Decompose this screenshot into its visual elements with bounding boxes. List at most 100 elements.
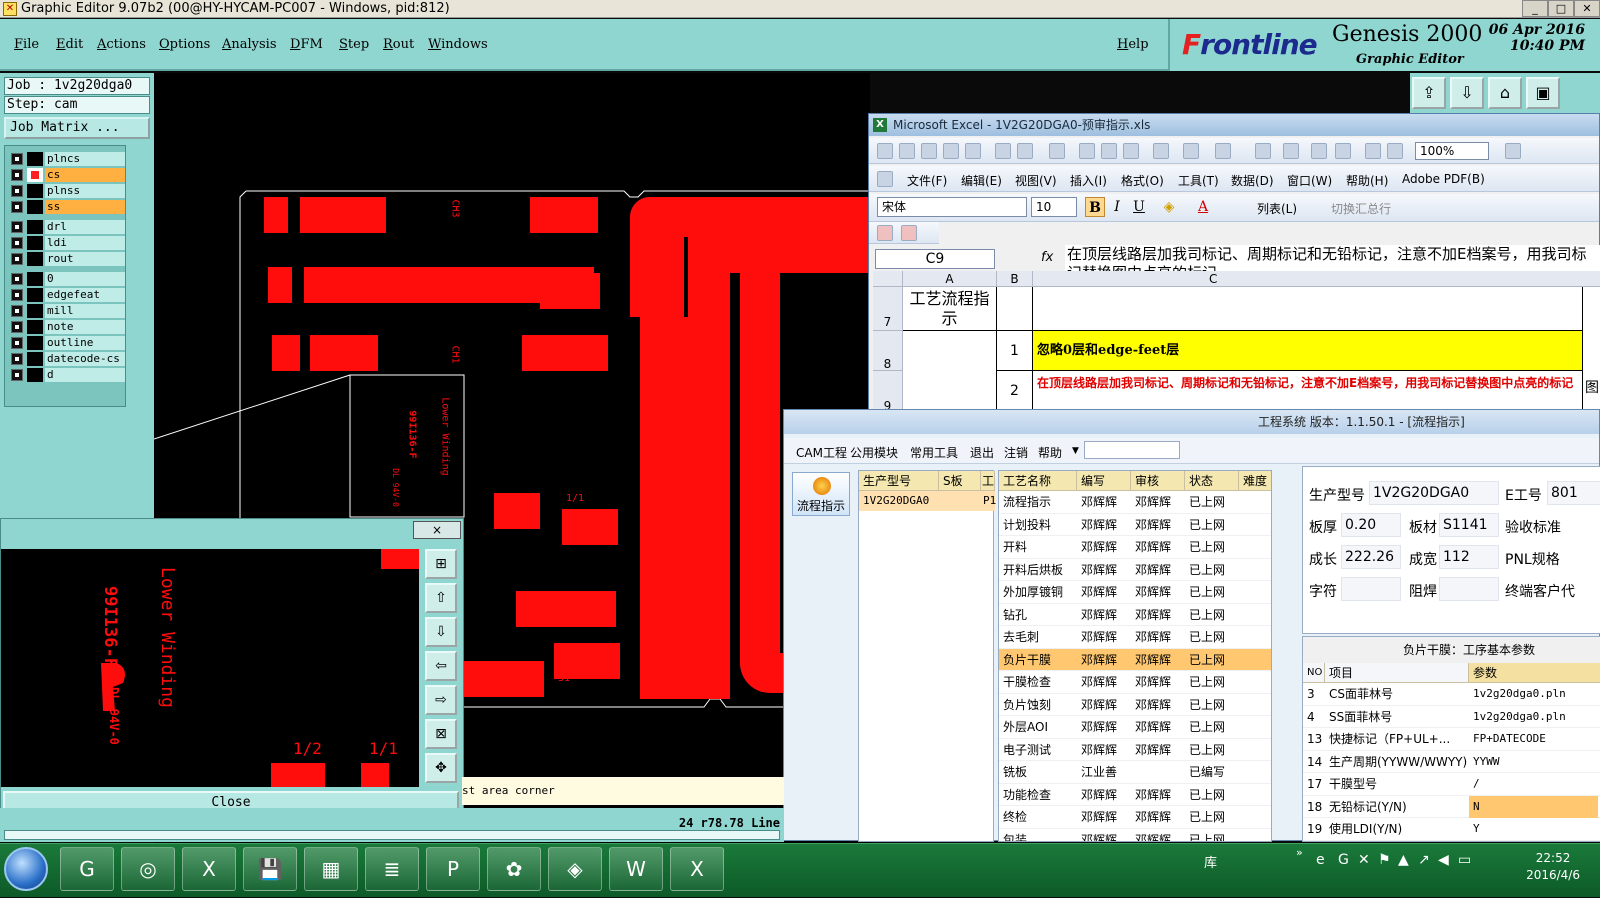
process-row[interactable]: 钻孔 邓辉辉 邓辉辉 已上网 <box>999 604 1271 626</box>
menu-help[interactable]: Help <box>1117 37 1149 52</box>
cam-menu-cam[interactable]: CAM工程 <box>796 444 847 461</box>
param-header-item[interactable]: 项目 <box>1325 663 1469 683</box>
param-row[interactable]: 18 无铅标记(Y/N) N <box>1303 795 1600 818</box>
process-row[interactable]: 干膜检查 邓辉辉 邓辉辉 已上网 <box>999 671 1271 694</box>
window-icon[interactable]: ▣ <box>1526 77 1560 109</box>
excel-menu-insert[interactable]: 插入(I) <box>1070 172 1107 189</box>
maximize-button[interactable]: □ <box>1548 0 1574 17</box>
param-header-value[interactable]: 参数 <box>1469 663 1600 683</box>
param-header-no[interactable]: NO <box>1303 663 1325 683</box>
zoom-right-icon[interactable]: ⇨ <box>425 685 457 715</box>
tray-ie-icon[interactable]: e <box>1316 852 1325 868</box>
cam-combo[interactable] <box>1084 441 1180 459</box>
cam-menu-logout[interactable]: 注销 <box>1004 444 1028 461</box>
upload-icon[interactable]: ⇪ <box>1412 77 1446 109</box>
chart-icon[interactable] <box>1365 143 1381 159</box>
layer-row-outline[interactable]: outline <box>9 336 127 350</box>
model-row[interactable]: 1V2G20DGA0 P1 <box>859 491 996 511</box>
excel-menu-format[interactable]: 格式(O) <box>1121 172 1164 189</box>
param-row[interactable]: 17 干膜型号 / <box>1303 773 1600 796</box>
material-field[interactable]: S1141 <box>1439 513 1499 537</box>
pdf-mail-icon[interactable] <box>901 225 917 241</box>
cell-b9[interactable]: 2 <box>997 371 1033 414</box>
param-row[interactable]: 13 快捷标记（FP+UL+... FP+DATECODE <box>1303 728 1600 751</box>
network-icon[interactable]: ◎ <box>121 847 175 891</box>
excel-menu-adobe[interactable]: Adobe PDF(B) <box>1402 172 1485 186</box>
drawing-icon[interactable] <box>1387 143 1403 159</box>
tray-app-icon[interactable]: G <box>1338 852 1349 868</box>
model-header[interactable]: 生产型号 <box>859 471 939 491</box>
layer-row-0[interactable]: 0 <box>9 272 127 286</box>
process-row[interactable]: 开料后烘板 邓辉辉 邓辉辉 已上网 <box>999 559 1271 581</box>
format-painter-icon[interactable] <box>1153 143 1169 159</box>
layer-row-ldi[interactable]: ldi <box>9 236 127 250</box>
clock[interactable]: 22:52 2016/4/6 <box>1526 850 1580 884</box>
layer-checkbox[interactable] <box>11 273 23 285</box>
layer-row-cs[interactable]: cs <box>9 168 127 182</box>
col-header-b[interactable]: B <box>997 271 1033 287</box>
zoom-select[interactable]: 100% <box>1415 142 1489 160</box>
spell-icon[interactable] <box>1017 143 1033 159</box>
job-matrix-button[interactable]: Job Matrix ... <box>4 117 150 139</box>
italic-button[interactable]: I <box>1107 197 1127 217</box>
cam-menu-exit[interactable]: 退出 <box>970 444 994 461</box>
word-icon[interactable]: W <box>609 847 663 891</box>
undo-icon[interactable] <box>1183 143 1199 159</box>
calculator-icon[interactable]: ▦ <box>304 847 358 891</box>
excel-taskbar-icon[interactable]: X <box>670 847 724 891</box>
folder-icon[interactable]: ◈ <box>548 847 602 891</box>
cam-menu-tools[interactable]: 常用工具 <box>910 444 958 461</box>
excel-menu-view[interactable]: 视图(V) <box>1015 172 1057 189</box>
preview-icon[interactable] <box>995 143 1011 159</box>
layer-checkbox[interactable] <box>11 201 23 213</box>
process-row[interactable]: 负片干膜 邓辉辉 邓辉辉 已上网 <box>999 648 1271 671</box>
underline-button[interactable]: U <box>1129 197 1149 217</box>
excel-menu-help[interactable]: 帮助(H) <box>1346 172 1388 189</box>
library-toolbar[interactable]: 库 <box>1204 852 1217 871</box>
excel-menu-tools[interactable]: 工具(T) <box>1178 172 1219 189</box>
minimize-button[interactable]: _ <box>1522 0 1548 17</box>
zoom-down-icon[interactable]: ⇩ <box>425 617 457 647</box>
mask-field[interactable] <box>1439 577 1499 601</box>
layer-row-plncs[interactable]: plncs <box>9 152 127 166</box>
cell-d9[interactable]: 图 <box>1585 377 1599 397</box>
shell-icon[interactable]: ✿ <box>487 847 541 891</box>
close-button[interactable]: ✕ <box>1574 0 1600 17</box>
col-header-a[interactable]: A <box>903 271 997 287</box>
cell-a8[interactable] <box>903 331 997 414</box>
menu-actions[interactable]: Actions <box>97 37 146 52</box>
corner-header[interactable] <box>873 271 903 287</box>
row-header-9[interactable]: 9 <box>873 371 903 414</box>
font-select[interactable]: 宋体 <box>877 197 1027 217</box>
process-row[interactable]: 包装 邓辉辉 邓辉辉 已上网 <box>999 829 1271 842</box>
layer-row-drl[interactable]: drl <box>9 220 127 234</box>
layer-checkbox[interactable] <box>11 337 23 349</box>
save-icon[interactable] <box>921 143 937 159</box>
zoom-canvas[interactable]: 1/2 1/1 Lower Winding 99I136-F DL 94V-0 <box>1 549 419 787</box>
layer-checkbox[interactable] <box>11 369 23 381</box>
process-row[interactable]: 负片蚀刻 邓辉辉 邓辉辉 已上网 <box>999 694 1271 716</box>
extra-header[interactable]: 工 <box>981 471 995 491</box>
tray-flag-icon[interactable]: ▲ <box>1398 852 1409 868</box>
proc-header-writer[interactable]: 编写 <box>1077 471 1131 491</box>
param-row[interactable]: 4 SS面菲林号 1v2g20dga0.pln <box>1303 706 1600 728</box>
proc-header-reviewer[interactable]: 审核 <box>1131 471 1185 491</box>
process-row[interactable]: 外加厚镀铜 邓辉辉 邓辉辉 已上网 <box>999 581 1271 604</box>
model-field[interactable]: 1V2G20DGA0 <box>1369 481 1499 505</box>
thickness-field[interactable]: 0.20 <box>1341 513 1401 537</box>
excel-grid[interactable]: A B C 7 8 9 工艺流程指示 1 忽略0层和edge-feet层 2 在… <box>873 271 1600 414</box>
menu-step[interactable]: Step <box>339 37 369 52</box>
layer-checkbox[interactable] <box>11 185 23 197</box>
process-row[interactable]: 开料 邓辉辉 邓辉辉 已上网 <box>999 536 1271 559</box>
home-icon[interactable]: ⌂ <box>1488 77 1522 109</box>
param-row[interactable]: 19 使用LDI(Y/N) Y <box>1303 818 1600 841</box>
process-row[interactable]: 电子测试 邓辉辉 邓辉辉 已上网 <box>999 739 1271 761</box>
layer-checkbox[interactable] <box>11 353 23 365</box>
menu-rout[interactable]: Rout <box>383 37 414 52</box>
excel-menu-edit[interactable]: 编辑(E) <box>961 172 1002 189</box>
floppy-icon[interactable]: 💾 <box>243 847 297 891</box>
proc-header-status[interactable]: 状态 <box>1185 471 1239 491</box>
cell-c7[interactable] <box>1033 287 1583 331</box>
font-size-select[interactable]: 10 <box>1031 197 1077 217</box>
p-app-icon[interactable]: P <box>426 847 480 891</box>
